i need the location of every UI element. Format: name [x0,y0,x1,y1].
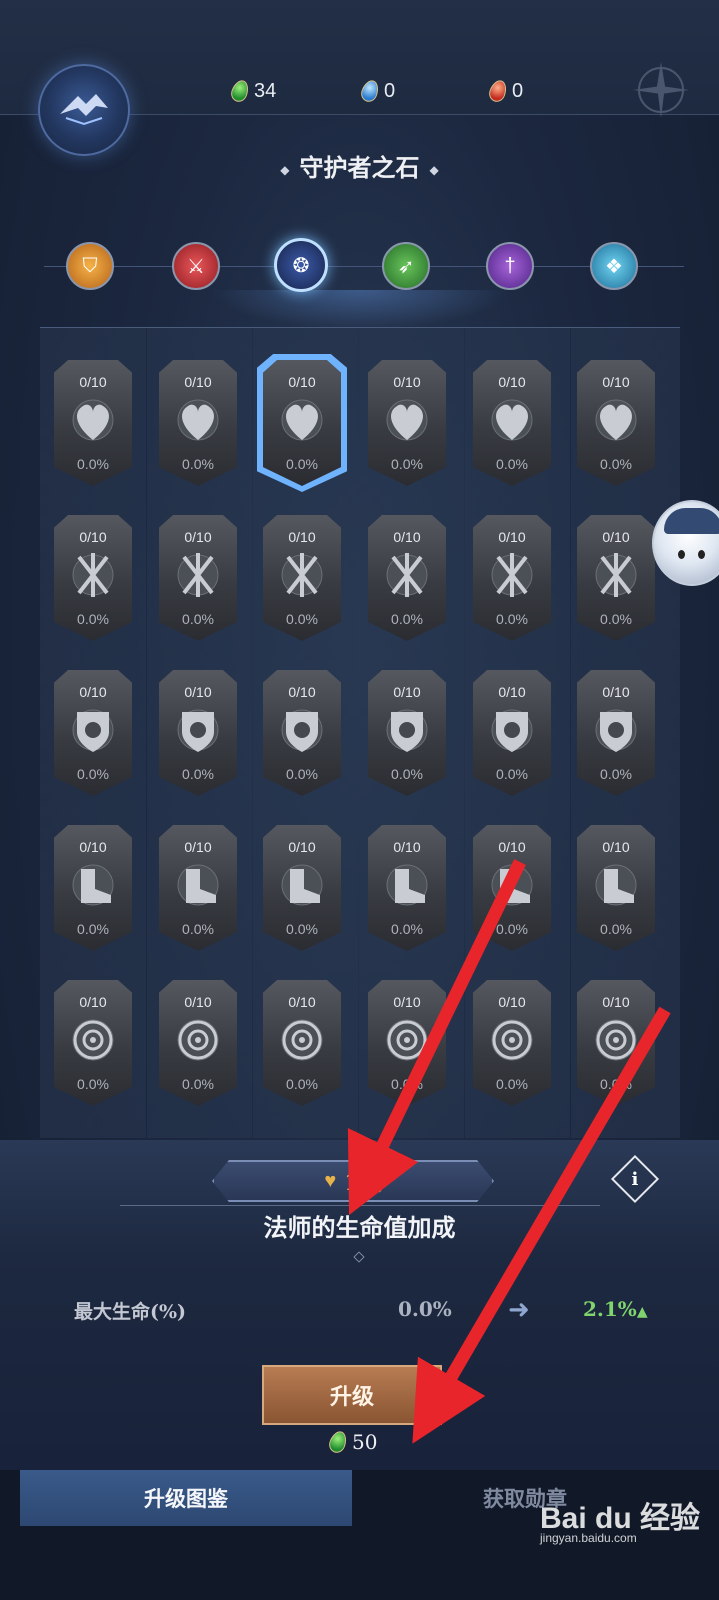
annotation-arrow-1 [347,859,526,1216]
annotation-arrows [347,859,671,1444]
annotation-arrow-2 [412,1006,671,1444]
